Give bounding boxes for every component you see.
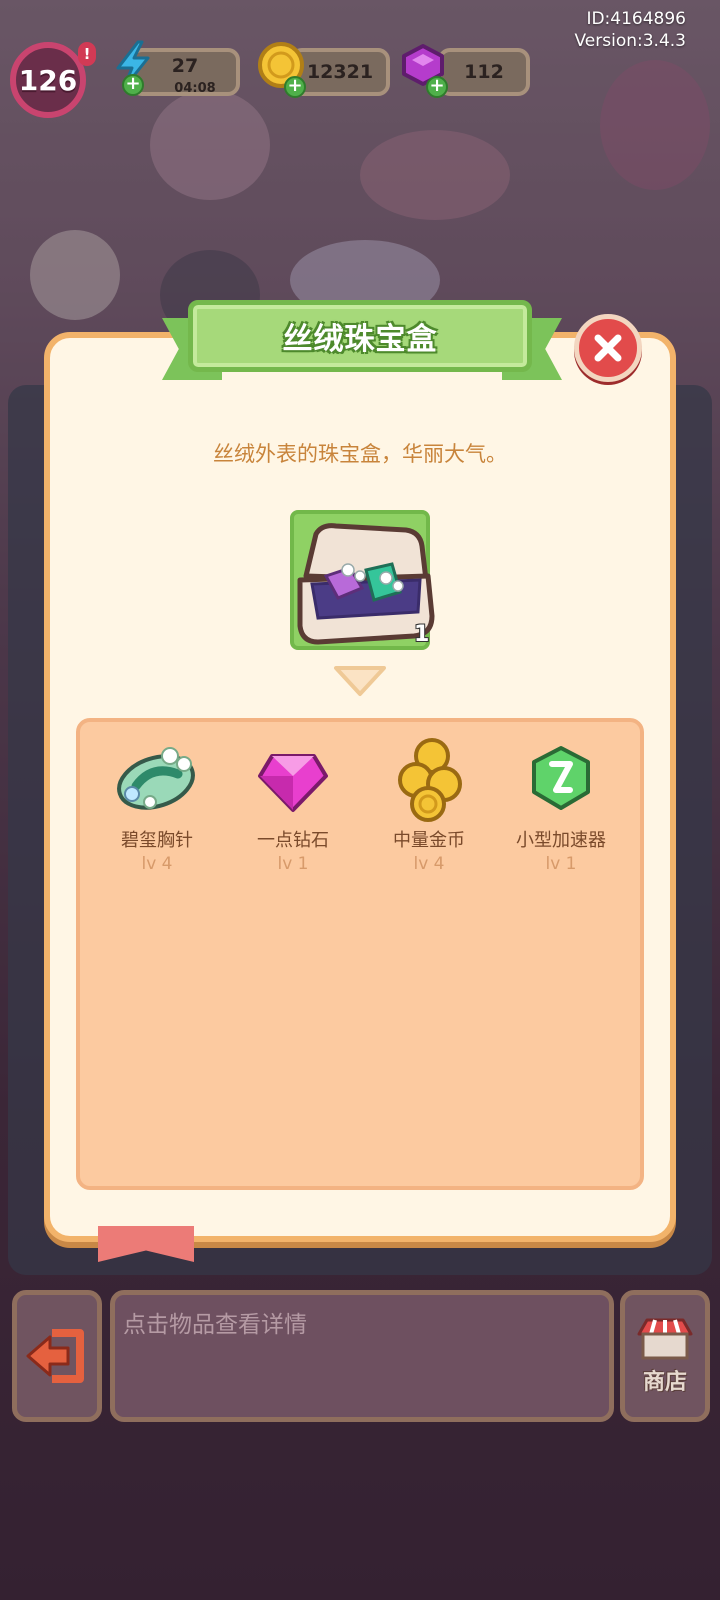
reward-name: 碧玺胸针 — [121, 830, 193, 851]
pink-diamond-icon — [258, 754, 328, 812]
gold-coins-stack-icon — [398, 738, 462, 822]
close-button[interactable] — [574, 314, 642, 382]
player-id: ID:4164896 — [586, 9, 686, 29]
energy-timer: 04:08 — [174, 81, 216, 96]
add-gems-button[interactable]: + — [426, 76, 448, 98]
emerald-brooch-icon — [117, 747, 195, 810]
gem-value: 112 — [464, 61, 504, 83]
dialog-title: 丝绒珠宝盒 — [282, 322, 438, 357]
dialog-title-banner: 丝绒珠宝盒 — [188, 300, 532, 372]
reward-level: lv 4 — [141, 854, 173, 874]
item-count: 1 — [414, 622, 430, 647]
shop-button[interactable]: 商店 — [620, 1290, 710, 1422]
hourglass-accelerator-icon — [532, 746, 590, 810]
reward-item-diamond[interactable]: 一点钻石 lv 1 — [228, 734, 358, 874]
level-alert-badge: ! — [78, 42, 96, 66]
gem-counter[interactable]: 112 — [438, 48, 530, 96]
info-placeholder: 点击物品查看详情 — [123, 1312, 307, 1338]
coin-value: 12321 — [306, 61, 374, 83]
reward-name: 一点钻石 — [257, 830, 329, 851]
reward-item-accelerator[interactable]: 小型加速器 lv 1 — [496, 734, 626, 874]
player-level-badge[interactable]: 126 — [10, 42, 86, 118]
build-info: ID:4164896 Version:3.4.3 — [575, 8, 687, 52]
shop-label: 商店 — [642, 1370, 687, 1395]
add-coins-button[interactable]: + — [284, 76, 306, 98]
reward-name: 中量金币 — [393, 830, 465, 851]
add-energy-button[interactable]: + — [122, 74, 144, 96]
reward-item-brooch[interactable]: 碧玺胸针 lv 4 — [92, 734, 222, 874]
reward-level: lv 1 — [545, 854, 577, 874]
jewelry-box-item[interactable]: 1 — [290, 510, 435, 650]
close-icon — [594, 334, 622, 362]
exit-arrow-icon — [26, 1329, 84, 1383]
reward-name: 小型加速器 — [516, 830, 606, 851]
version-label: Version:3.4.3 — [574, 31, 687, 51]
reward-level: lv 4 — [413, 854, 445, 874]
back-button[interactable] — [12, 1290, 102, 1422]
reward-item-coins[interactable]: 中量金币 lv 4 — [364, 734, 494, 874]
energy-value: 27 — [171, 55, 199, 77]
item-info-box: 点击物品查看详情 — [110, 1290, 614, 1422]
chevron-down-icon — [334, 666, 386, 696]
item-description: 丝绒外表的珠宝盒，华丽大气。 — [213, 442, 507, 466]
shop-icon — [637, 1318, 693, 1360]
reward-level: lv 1 — [277, 854, 309, 874]
player-level: 126 — [18, 63, 78, 97]
